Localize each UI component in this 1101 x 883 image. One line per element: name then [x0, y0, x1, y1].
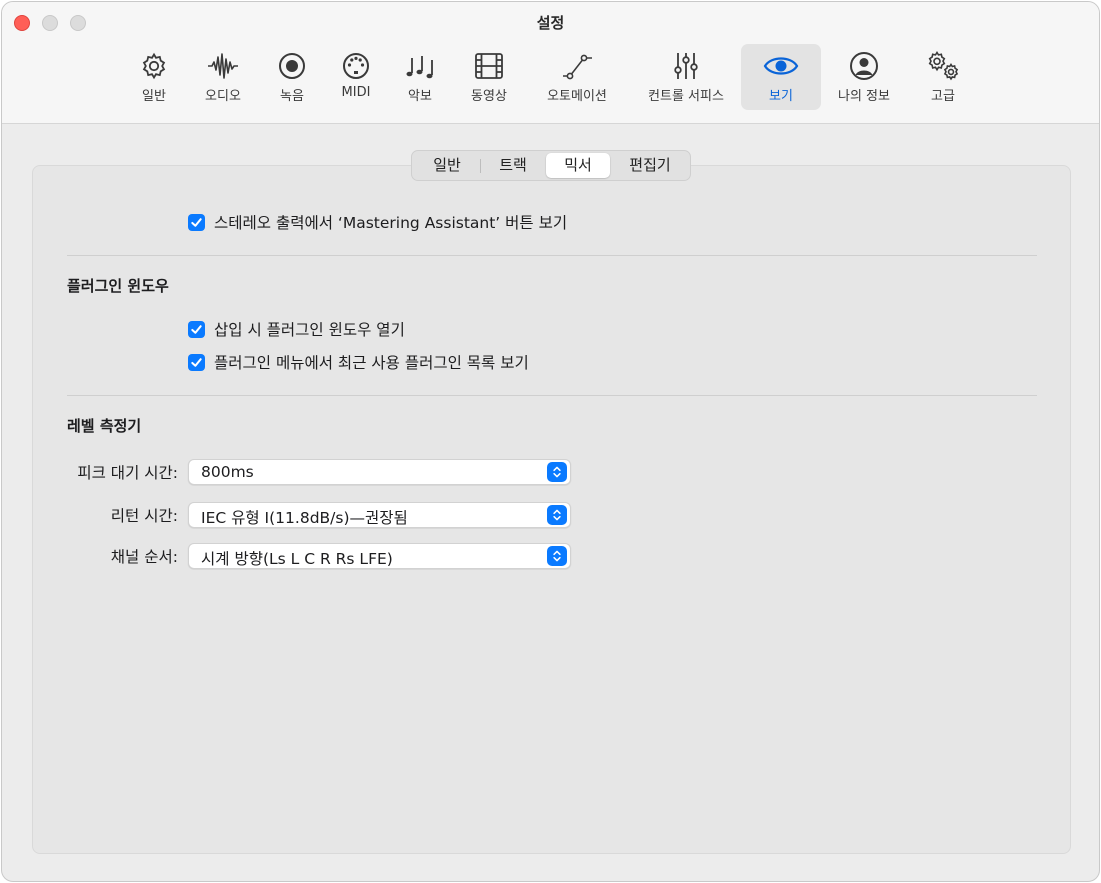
toolbar-item-movie[interactable]: 동영상 — [458, 44, 520, 110]
toolbar-item-label: 오디오 — [205, 89, 241, 104]
toolbar-item-audio[interactable]: 오디오 — [192, 44, 254, 110]
checkmark-icon — [191, 217, 202, 227]
gear-icon — [142, 52, 166, 80]
tab-editor[interactable]: 편집기 — [612, 153, 688, 178]
record-icon — [279, 53, 305, 79]
tab-track[interactable]: 트랙 — [481, 153, 545, 178]
level-meter-section-title: 레벨 측정기 — [67, 417, 142, 435]
automation-curve-icon — [563, 54, 592, 80]
mastering-assistant-checkbox-row[interactable]: 스테레오 출력에서 ‘Mastering Assistant’ 버튼 보기 — [188, 211, 567, 233]
open-plugin-on-insert-row[interactable]: 삽입 시 플러그인 윈도우 열기 — [188, 318, 405, 340]
updown-chevron-icon — [547, 505, 567, 525]
channel-order-popup[interactable]: 시계 방향(Ls L C R Rs LFE) — [188, 543, 571, 569]
toolbar-item-score[interactable]: 악보 — [392, 44, 448, 110]
toolbar-item-advanced[interactable]: 고급 — [912, 44, 974, 110]
open-plugin-on-insert-label: 삽입 시 플러그인 윈도우 열기 — [214, 321, 405, 339]
toolbar-item-automation[interactable]: 오토메이션 — [530, 44, 624, 110]
toolbar-item-label: 녹음 — [280, 89, 304, 104]
sliders-icon — [674, 53, 698, 79]
mastering-assistant-checkbox[interactable] — [188, 213, 205, 231]
divider — [67, 255, 1037, 256]
toolbar-item-label: MIDI — [341, 85, 371, 100]
channel-order-value: 시계 방향(Ls L C R Rs LFE) — [201, 550, 393, 568]
eye-icon — [763, 57, 799, 75]
peak-hold-label: 피크 대기 시간: — [77, 464, 178, 482]
recent-plugins-row[interactable]: 플러그인 메뉴에서 최근 사용 플러그인 목록 보기 — [188, 351, 529, 373]
person-icon — [850, 52, 878, 80]
updown-chevron-icon — [547, 462, 567, 482]
plugin-window-section-title: 플러그인 윈도우 — [67, 277, 169, 295]
toolbar-item-label: 일반 — [142, 89, 166, 104]
divider — [67, 395, 1037, 396]
toolbar-item-label: 고급 — [931, 89, 955, 104]
recent-plugins-checkbox[interactable] — [188, 353, 205, 371]
waveform-icon — [208, 53, 238, 79]
toolbar-item-general[interactable]: 일반 — [124, 44, 184, 110]
checkmark-icon — [191, 357, 202, 367]
toolbar-item-label: 나의 정보 — [838, 89, 890, 104]
return-time-label: 리턴 시간: — [110, 507, 178, 525]
film-icon — [475, 53, 503, 79]
mastering-assistant-label: 스테레오 출력에서 ‘Mastering Assistant’ 버튼 보기 — [214, 214, 568, 232]
window-title: 설정 — [536, 14, 565, 32]
view-tabs: 일반 트랙 믹서 편집기 — [411, 150, 691, 181]
tab-mixer[interactable]: 믹서 — [546, 153, 610, 178]
settings-toolbar: 일반 오디오 녹음 MIDI 악보 동영상 오토메이션 컨트롤 서피스 보기 나… — [2, 44, 1099, 112]
music-notes-icon — [406, 56, 433, 79]
open-plugin-on-insert-checkbox[interactable] — [188, 320, 205, 338]
toolbar-item-label: 동영상 — [471, 89, 507, 104]
peak-hold-value: 800ms — [201, 463, 254, 481]
gears-icon — [928, 50, 959, 81]
title-bar: 설정 일반 오디오 녹음 MIDI 악보 동영상 오토메이션 컨트롤 서피스 보… — [2, 2, 1099, 124]
tab-general[interactable]: 일반 — [414, 153, 480, 178]
toolbar-item-view[interactable]: 보기 — [741, 44, 821, 110]
peak-hold-popup[interactable]: 800ms — [188, 459, 571, 485]
toolbar-item-label: 악보 — [408, 89, 432, 104]
toolbar-item-control-surfaces[interactable]: 컨트롤 서피스 — [634, 44, 738, 110]
toolbar-item-record[interactable]: 녹음 — [264, 44, 320, 110]
channel-order-label: 채널 순서: — [110, 548, 178, 566]
toolbar-item-my-info[interactable]: 나의 정보 — [828, 44, 900, 110]
updown-chevron-icon — [547, 546, 567, 566]
toolbar-item-label: 보기 — [769, 89, 793, 104]
toolbar-item-label: 오토메이션 — [547, 89, 607, 104]
toolbar-item-midi[interactable]: MIDI — [328, 44, 384, 110]
settings-window: 설정 일반 오디오 녹음 MIDI 악보 동영상 오토메이션 컨트롤 서피스 보… — [1, 1, 1100, 882]
midi-port-icon — [343, 53, 369, 79]
toolbar-item-label: 컨트롤 서피스 — [648, 89, 724, 104]
recent-plugins-label: 플러그인 메뉴에서 최근 사용 플러그인 목록 보기 — [214, 354, 529, 372]
checkmark-icon — [191, 324, 202, 334]
return-time-popup[interactable]: IEC 유형 I(11.8dB/s)—권장됨 — [188, 502, 571, 528]
return-time-value: IEC 유형 I(11.8dB/s)—권장됨 — [201, 509, 408, 527]
